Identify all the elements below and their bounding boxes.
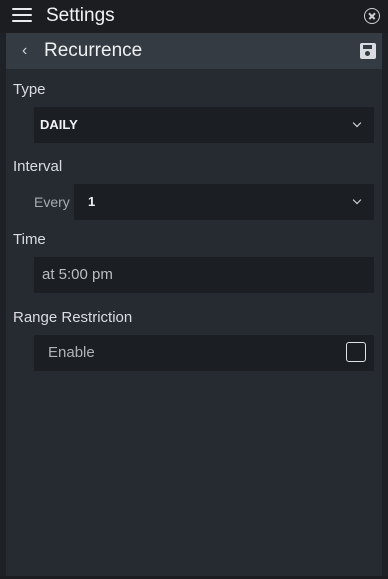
circle-close-icon[interactable] bbox=[364, 8, 380, 24]
page-title: Recurrence bbox=[44, 40, 143, 61]
time-value: at 5:00 pm bbox=[42, 266, 113, 283]
enable-row[interactable]: Enable bbox=[34, 335, 374, 371]
interval-select[interactable]: 1 bbox=[74, 184, 374, 220]
settings-screen: Settings ‹ Recurrence Type DAILY Interva… bbox=[0, 0, 388, 579]
interval-select-value: 1 bbox=[88, 194, 96, 209]
enable-checkbox[interactable] bbox=[346, 342, 366, 362]
enable-label: Enable bbox=[48, 344, 95, 361]
app-title: Settings bbox=[46, 5, 115, 26]
interval-label: Interval bbox=[13, 158, 63, 175]
every-label: Every bbox=[34, 194, 70, 210]
chevron-down-icon bbox=[352, 195, 362, 205]
type-select[interactable]: DAILY bbox=[34, 107, 374, 143]
time-label: Time bbox=[13, 231, 46, 248]
chevron-down-icon bbox=[352, 118, 362, 128]
page-header: ‹ Recurrence bbox=[6, 33, 382, 69]
top-app-bar: Settings bbox=[0, 0, 388, 33]
range-restriction-label: Range Restriction bbox=[13, 309, 133, 326]
hamburger-menu-icon[interactable] bbox=[12, 8, 32, 24]
recurrence-form: Type DAILY Interval Every 1 Time at 5:00… bbox=[6, 69, 382, 576]
interval-row: Every 1 bbox=[34, 184, 374, 220]
time-field[interactable]: at 5:00 pm bbox=[34, 257, 374, 293]
floppy-disk-icon[interactable] bbox=[360, 43, 376, 59]
chevron-left-icon[interactable]: ‹ bbox=[22, 42, 27, 60]
type-label: Type bbox=[13, 81, 46, 98]
type-select-value: DAILY bbox=[40, 117, 78, 132]
